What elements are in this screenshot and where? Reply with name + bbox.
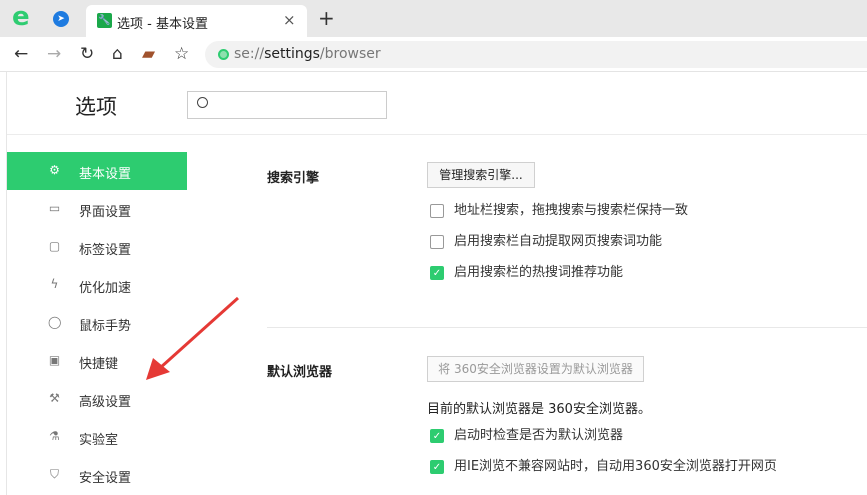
annotation-arrow-icon xyxy=(146,296,240,380)
